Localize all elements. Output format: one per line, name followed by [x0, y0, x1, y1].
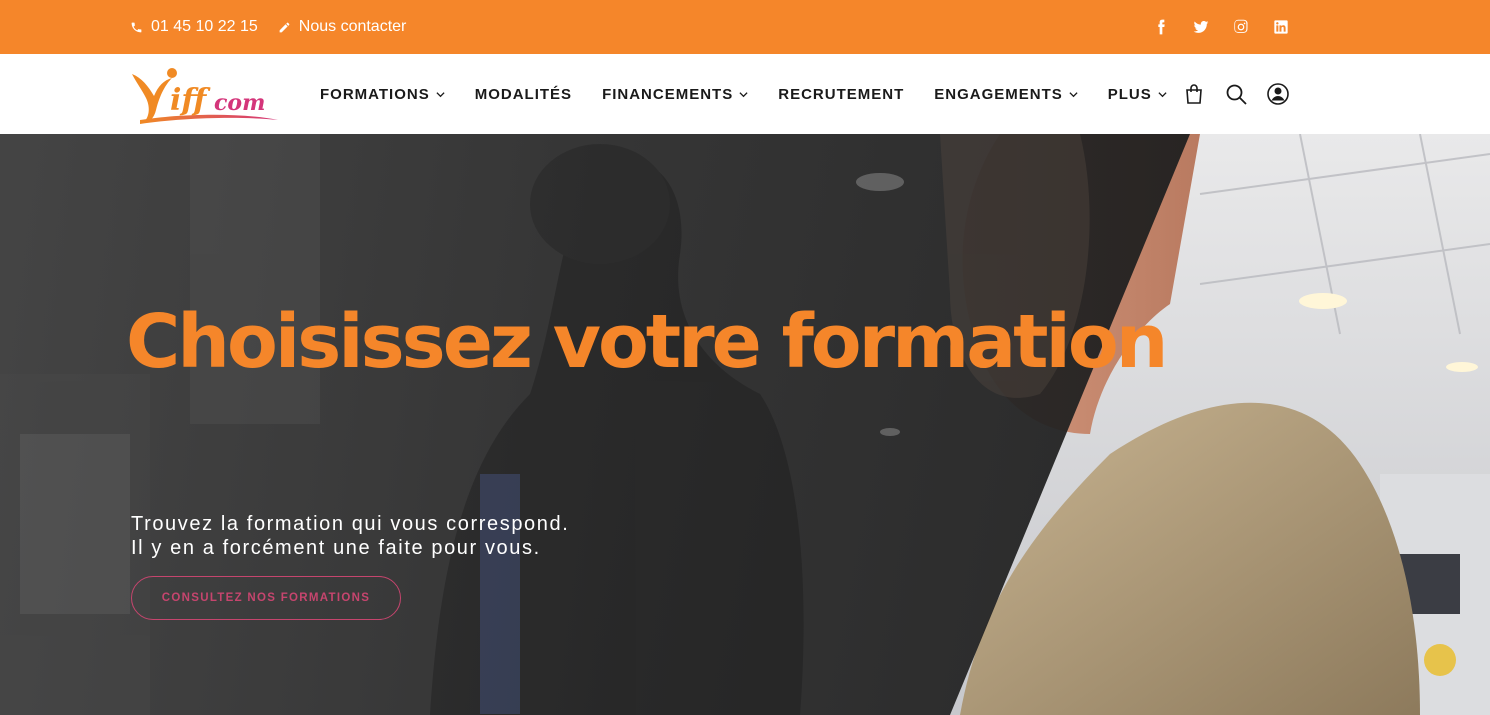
hero-subtitle-line-2: Il y en a forcément une faite pour vous.	[131, 537, 541, 559]
twitter-icon[interactable]	[1192, 18, 1210, 36]
nav-engagements[interactable]: ENGAGEMENTS	[934, 86, 1078, 103]
nav-modalites[interactable]: MODALITÉS	[475, 86, 572, 103]
search-icon[interactable]	[1224, 82, 1248, 106]
instagram-icon[interactable]	[1232, 18, 1250, 36]
user-icon[interactable]	[1266, 82, 1290, 106]
phone-number: 01 45 10 22 15	[151, 18, 258, 35]
nav-recrutement[interactable]: RECRUTEMENT	[778, 86, 904, 103]
shopping-bag-icon[interactable]	[1182, 82, 1206, 106]
chevron-down-icon	[739, 91, 748, 97]
top-bar: 01 45 10 22 15 Nous contacter	[0, 0, 1490, 54]
facebook-icon[interactable]	[1152, 18, 1170, 36]
linkedin-icon[interactable]	[1272, 18, 1290, 36]
nav-plus[interactable]: PLUS	[1108, 86, 1167, 103]
site-logo[interactable]: iff com	[128, 64, 280, 126]
chevron-down-icon	[436, 91, 445, 97]
svg-text:com: com	[214, 90, 265, 116]
nav-formations[interactable]: FORMATIONS	[320, 86, 445, 103]
contact-info: 01 45 10 22 15 Nous contacter	[130, 0, 406, 54]
header-tools	[1182, 54, 1290, 134]
main-header: iff com FORMATIONS MODALITÉS FINANCEMENT…	[0, 54, 1490, 134]
chevron-down-icon	[1158, 91, 1167, 97]
pencil-icon	[279, 22, 290, 32]
svg-text:iff: iff	[170, 83, 211, 118]
contact-link[interactable]: Nous contacter	[278, 18, 407, 36]
phone-link[interactable]: 01 45 10 22 15	[130, 18, 258, 36]
consult-formations-button[interactable]: CONSULTEZ NOS FORMATIONS	[131, 576, 401, 620]
main-nav: FORMATIONS MODALITÉS FINANCEMENTS RECRUT…	[320, 54, 1167, 134]
nav-financements[interactable]: FINANCEMENTS	[602, 86, 748, 103]
chevron-down-icon	[1069, 91, 1078, 97]
hero-banner: Choisissez votre formation Trouvez la fo…	[0, 134, 1490, 715]
phone-icon	[131, 22, 142, 32]
hero-subtitle-line-1: Trouvez la formation qui vous correspond…	[131, 513, 570, 535]
hero-subtitle: Trouvez la formation qui vous correspond…	[131, 512, 569, 560]
social-links	[1152, 0, 1290, 54]
contact-label: Nous contacter	[298, 18, 407, 35]
hero-headline: Choisissez votre formation	[126, 299, 1168, 385]
hero-background-photo	[0, 134, 1490, 715]
